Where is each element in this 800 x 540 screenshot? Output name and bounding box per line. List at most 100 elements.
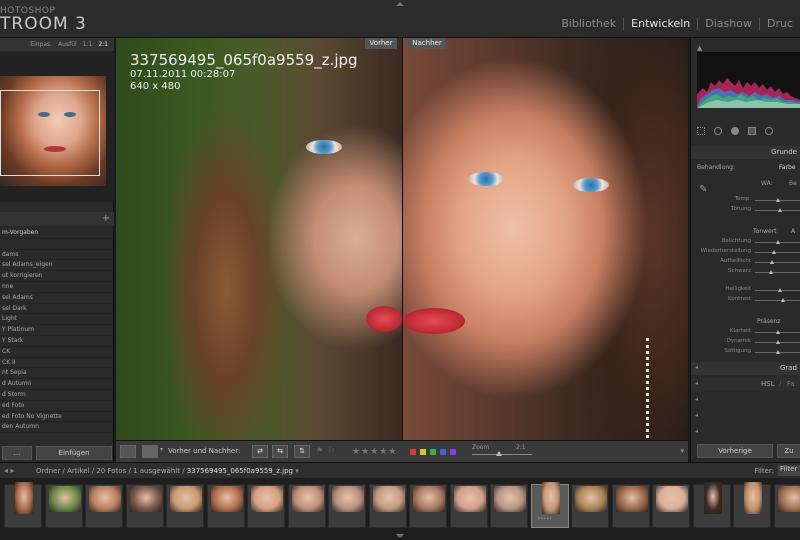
slider-track[interactable] [755, 272, 800, 273]
graduated-filter-icon[interactable] [748, 127, 756, 135]
color-label-swatch[interactable] [450, 449, 456, 455]
previous-button[interactable]: Vorherige [697, 444, 773, 458]
zoom-1-1[interactable]: 1:1 [83, 41, 93, 48]
filmstrip-nav-arrows-icon[interactable]: ◂ ▸ [4, 466, 15, 475]
color-label-swatch[interactable] [420, 449, 426, 455]
copy-after-to-before-icon[interactable]: ⇆ [272, 445, 288, 458]
zoom-fit[interactable]: Einpas. [30, 41, 52, 48]
section-toggle-icon[interactable]: ◂ [695, 428, 698, 435]
zoom-slider[interactable] [472, 454, 532, 455]
module-slideshow[interactable]: Diashow [698, 18, 760, 30]
module-develop[interactable]: Entwickeln [624, 18, 699, 30]
navigator-preview[interactable] [0, 52, 114, 202]
zoom-slider-knob[interactable] [496, 451, 502, 456]
copy-button[interactable]: ... [2, 446, 32, 460]
preset-item[interactable]: Light [0, 314, 114, 326]
reject-flag-icon[interactable]: ⚐ [328, 446, 335, 455]
basic-section-header[interactable]: Grunde [691, 146, 800, 159]
slider-knob[interactable] [778, 208, 783, 212]
preset-item[interactable]: ut korrigieren [0, 271, 114, 282]
preset-item[interactable]: ed Foto No Vignette [0, 412, 114, 423]
tone-auto[interactable]: A [791, 228, 795, 235]
slider-knob[interactable] [776, 240, 780, 244]
treatment-value[interactable]: Farbe [779, 164, 796, 171]
preset-item[interactable]: m-Vorgaben [0, 228, 114, 239]
paste-button[interactable]: Einfügen [36, 446, 112, 460]
wb-value[interactable]: Be [789, 180, 797, 187]
slider-knob[interactable] [778, 288, 783, 292]
preset-item[interactable]: ed Foto [0, 401, 114, 412]
filter-dropdown[interactable]: Filter [778, 465, 800, 476]
slider-knob[interactable] [776, 350, 780, 354]
slider-knob[interactable] [772, 250, 777, 254]
color-label-swatch[interactable] [440, 449, 446, 455]
slider-track[interactable] [755, 252, 800, 253]
slider-knob[interactable] [776, 330, 780, 334]
slider-knob[interactable] [776, 198, 780, 202]
color-label-swatch[interactable] [430, 449, 436, 455]
preset-item[interactable] [0, 239, 114, 250]
plus-icon[interactable]: + [102, 213, 110, 224]
slider-knob[interactable] [769, 270, 774, 274]
preset-item[interactable]: Y Platinum [0, 325, 114, 336]
preset-item[interactable]: CK [0, 347, 114, 358]
navigator-view-frame[interactable] [0, 90, 100, 176]
before-after-divider [402, 38, 403, 440]
loupe-view-icon[interactable] [120, 445, 136, 458]
slider-label: Belichtung [721, 238, 751, 244]
section-toggle-icon[interactable]: ◂ [695, 364, 698, 371]
slider-knob[interactable] [776, 340, 780, 344]
filmstrip-source[interactable]: Ordner / Artikel / 20 Fotos / 1 ausgewäh… [36, 467, 187, 475]
preset-item[interactable]: sel Adams_eigen [0, 260, 114, 272]
hsl-tab[interactable]: HSL [761, 380, 775, 388]
gradation-section-header[interactable]: ◂ Grad [691, 362, 800, 375]
section-toggle-icon[interactable]: ◂ [695, 412, 698, 419]
chevron-down-icon[interactable]: ▾ [160, 446, 163, 453]
section-toggle-icon[interactable]: ◂ [695, 396, 698, 403]
preset-item[interactable]: Y Stark [0, 336, 114, 347]
before-after-view-icon[interactable] [142, 445, 158, 458]
adjustment-brush-icon[interactable] [765, 127, 773, 135]
zoom-fill[interactable]: Ausfül [58, 41, 77, 48]
filmstrip-thumbnail-image [453, 486, 486, 512]
reset-button[interactable]: Zu [777, 444, 800, 458]
preset-item[interactable]: den Autumn [0, 422, 114, 434]
preset-item[interactable]: d Storm [0, 390, 114, 401]
copy-before-to-after-icon[interactable]: ⇄ [252, 445, 268, 458]
color-tab[interactable]: Fa [787, 380, 795, 388]
red-eye-icon[interactable] [731, 127, 739, 135]
slider-label: Kontrast [728, 296, 751, 302]
preset-item[interactable]: sel Dark [0, 304, 114, 315]
slider-track[interactable] [755, 300, 800, 301]
color-label-swatch[interactable] [410, 449, 416, 455]
preset-item[interactable]: CK II [0, 358, 114, 369]
presets-header[interactable]: + [0, 212, 114, 226]
filmstrip-current-file[interactable]: 337569495_065f0a9559_z.jpg [187, 467, 293, 475]
toolbar-menu-icon[interactable]: ▾ [680, 447, 684, 455]
hsl-section-header[interactable]: ◂ HSL / Fa [691, 378, 800, 391]
slider-track[interactable] [755, 262, 800, 263]
preset-item[interactable]: dams [0, 250, 114, 261]
star-rating[interactable]: ★★★★★ [352, 447, 397, 457]
crop-icon[interactable] [697, 127, 705, 135]
tone-label: Tonwert [753, 228, 777, 235]
filmstrip-thumbnail-image [494, 486, 526, 512]
preset-item[interactable]: d Autumn [0, 379, 114, 390]
preset-item[interactable]: nt Sepia [0, 368, 114, 380]
swap-icon[interactable]: ⇅ [294, 445, 310, 458]
eyedropper-icon[interactable]: ✎ [699, 184, 707, 195]
spot-removal-icon[interactable] [714, 127, 722, 135]
preset-item[interactable]: nne [0, 282, 114, 293]
slider-knob[interactable] [770, 260, 775, 264]
module-library[interactable]: Bibliothek [554, 18, 625, 30]
preset-item[interactable]: sel Adams [0, 293, 114, 304]
module-print[interactable]: Druc [760, 18, 800, 30]
section-toggle-icon[interactable]: ◂ [695, 380, 698, 387]
top-panel-toggle-icon[interactable] [396, 2, 404, 6]
bottom-panel-toggle-icon[interactable] [396, 534, 404, 538]
slider-knob[interactable] [780, 298, 785, 302]
clipping-warning-icon[interactable]: ▲ [697, 44, 702, 52]
main-photo-view[interactable] [116, 38, 688, 440]
flag-icon[interactable]: ⚑ [316, 446, 323, 455]
zoom-2-1[interactable]: 2:1 [98, 41, 108, 48]
